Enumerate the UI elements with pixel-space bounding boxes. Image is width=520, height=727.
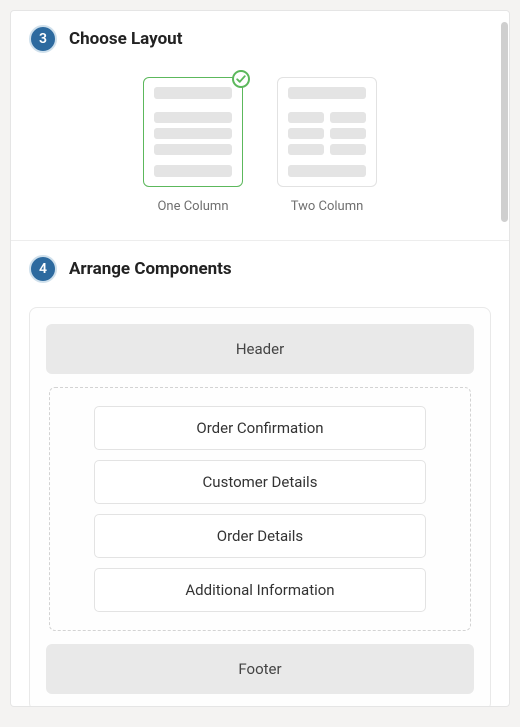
layout-options-group: One Column Two Column [29, 73, 491, 214]
arrange-footer-slot[interactable]: Footer [46, 644, 474, 694]
component-item[interactable]: Additional Information [94, 568, 426, 612]
arrange-body-slot[interactable]: Order Confirmation Customer Details Orde… [49, 387, 471, 631]
layout-option-label: Two Column [291, 199, 364, 214]
settings-panel: 3 Choose Layout [10, 10, 510, 707]
layout-option-one-column[interactable]: One Column [143, 77, 243, 214]
component-item[interactable]: Order Confirmation [94, 406, 426, 450]
arrange-canvas: Header Order Confirmation Customer Detai… [29, 307, 491, 707]
layout-option-label: One Column [157, 199, 228, 214]
section-header: 3 Choose Layout [11, 11, 509, 67]
section-header: 4 Arrange Components [11, 241, 509, 297]
step-number-badge: 3 [29, 25, 57, 53]
layout-thumbnail-two-column [277, 77, 377, 187]
component-item[interactable]: Order Details [94, 514, 426, 558]
component-item[interactable]: Customer Details [94, 460, 426, 504]
check-icon [232, 70, 250, 88]
step-number-badge: 4 [29, 255, 57, 283]
arrange-header-slot[interactable]: Header [46, 324, 474, 374]
section-choose-layout: 3 Choose Layout [11, 11, 509, 241]
section-arrange-components: 4 Arrange Components Header Order Confir… [11, 241, 509, 707]
layout-option-two-column[interactable]: Two Column [277, 77, 377, 214]
section-title: Choose Layout [69, 29, 182, 49]
scrollbar-thumb[interactable] [501, 22, 508, 222]
layout-thumbnail-one-column [143, 77, 243, 187]
section-title: Arrange Components [69, 259, 232, 279]
